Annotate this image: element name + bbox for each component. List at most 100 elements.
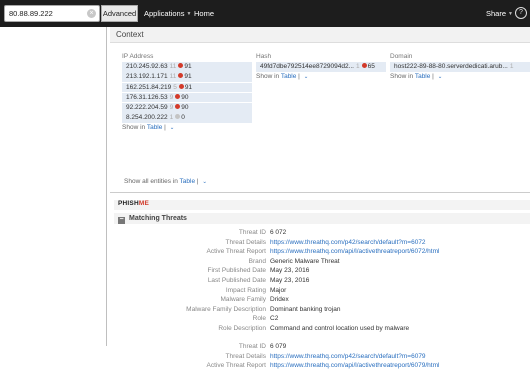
left-panel	[0, 27, 107, 346]
field-value: Command and control location used by mal…	[270, 324, 410, 332]
entity-count: 1	[169, 114, 174, 122]
chevron-down-icon[interactable]: ⌄	[438, 74, 443, 80]
risk-dot-icon	[178, 73, 184, 79]
list-item[interactable]: 176.31.126.53 9 90	[122, 92, 252, 103]
field-link[interactable]: https://www.threathq.com/api/l/activethr…	[270, 362, 439, 369]
field-label: Impact Rating	[225, 286, 266, 294]
share-menu[interactable]: Share ▼	[486, 0, 513, 27]
separator: |	[296, 72, 302, 80]
separator: |	[195, 178, 201, 185]
field-value: 6 079	[270, 343, 287, 350]
field-value: Dridex	[270, 296, 289, 304]
show-in-table: Show in Table | ⌄	[122, 124, 252, 131]
entity-count: 9	[169, 104, 174, 112]
field-link[interactable]: https://www.threathq.com/p42/search/defa…	[270, 239, 426, 246]
risk-dot-icon	[175, 104, 181, 110]
chevron-down-icon[interactable]: ⌄	[170, 125, 175, 131]
risk-dot-icon	[178, 63, 184, 68]
threat-row: Threat ID 6 072	[110, 228, 530, 238]
list-item[interactable]: 8.254.200.222 1 0	[122, 113, 252, 123]
list-item[interactable]: 210.245.92.63 11 91	[122, 62, 252, 72]
entity-count: 11	[169, 63, 177, 70]
separator: |	[430, 72, 436, 80]
chevron-down-icon: ▼	[186, 10, 192, 17]
field-link[interactable]: https://www.threathq.com/p42/search/defa…	[270, 353, 426, 360]
table-link[interactable]: Table	[180, 178, 196, 185]
field-label: Last Published Date	[207, 276, 266, 284]
matching-threats-header[interactable]: − Matching Threats	[114, 213, 530, 224]
logo-text-a: PHISH	[118, 200, 139, 207]
list-item[interactable]: 92.222.204.59 9 90	[122, 103, 252, 113]
risk-score: 90	[181, 93, 189, 101]
divider	[110, 192, 530, 193]
hash-list: 49fd7dbe792514ee8729094d2... 1 65	[256, 62, 386, 72]
table-link[interactable]: Table	[415, 73, 431, 80]
field-label: Active Threat Report	[206, 248, 267, 256]
risk-dot-icon	[178, 83, 184, 89]
entity-value: host222-89-88-80.serverdedicati.arub...	[394, 63, 508, 70]
field-value: Major	[270, 286, 287, 294]
threat-row: Malware Family Dridex	[110, 295, 530, 305]
field-value: Generic Malware Threat	[270, 257, 340, 265]
risk-score: 0	[181, 114, 185, 122]
threat-row: Active Threat Report https://www.threathq…	[110, 361, 530, 371]
column-title: IP Address	[122, 53, 154, 60]
threat-row: Last Published Date May 23, 2016	[110, 276, 530, 286]
share-label: Share	[486, 9, 507, 18]
threat-row: Role C2	[110, 314, 530, 324]
list-item[interactable]: 162.251.84.219 5 91	[122, 82, 252, 93]
ip-address-column: IP Address 210.245.92.63 11 91 213.192.1.17…	[122, 53, 252, 131]
entity-value: 92.222.204.59	[126, 104, 168, 112]
risk-score: 91	[184, 83, 193, 91]
chevron-down-icon[interactable]: ⌄	[304, 74, 309, 80]
threat-row: Malware Family Description Dominant banki…	[110, 305, 530, 315]
threat-row: Threat ID 6 079	[110, 342, 530, 352]
entity-value: 210.245.92.63	[126, 63, 168, 70]
threat-row: Threat Details https://www.threathq.com/p…	[110, 238, 530, 248]
domain-column: Domain host222-89-88-80.serverdedicati.a…	[390, 53, 530, 80]
field-value: Dominant banking trojan	[270, 305, 341, 313]
home-link[interactable]: Home	[194, 0, 214, 27]
field-label: Threat ID	[238, 343, 266, 350]
list-item[interactable]: 213.192.1.171 11 91	[122, 72, 252, 82]
show-in-label: Show in	[256, 72, 281, 80]
threat-block: Threat ID 6 072 Threat Details https://www.…	[110, 228, 530, 334]
risk-dot-icon	[175, 114, 181, 120]
separator: |	[162, 123, 168, 131]
risk-score: 91	[184, 73, 192, 81]
table-link[interactable]: Table	[281, 73, 297, 80]
field-label: Brand	[248, 257, 266, 265]
field-label: First Published Date	[207, 267, 266, 275]
threat-row: Threat Details https://www.threathq.com/p…	[110, 352, 530, 362]
help-icon[interactable]: ?	[515, 7, 527, 19]
field-label: Threat Details	[225, 352, 266, 360]
top-bar: 80.88.89.222 × Advanced Applications ▼ H…	[0, 0, 530, 27]
section-title: Matching Threats	[129, 215, 187, 222]
collapse-icon[interactable]: −	[118, 216, 125, 224]
risk-score: 90	[181, 104, 189, 112]
field-label: Malware Family Description	[186, 305, 266, 313]
list-item[interactable]: host222-89-88-80.serverdedicati.arub... 1	[390, 62, 530, 72]
field-value: May 23, 2016	[270, 276, 310, 284]
threat-block: Threat ID 6 079 Threat Details https://www.…	[110, 342, 530, 371]
chevron-down-icon[interactable]: ⌄	[202, 179, 207, 185]
table-link[interactable]: Table	[147, 124, 163, 131]
advanced-button[interactable]: Advanced	[101, 5, 138, 22]
entity-count: 9	[169, 93, 174, 101]
field-label: Active Threat Report	[206, 362, 267, 370]
list-item[interactable]: 49fd7dbe792514ee8729094d2... 1 65	[256, 62, 386, 72]
risk-score: 91	[184, 63, 192, 70]
risk-dot-icon	[361, 63, 367, 68]
chevron-down-icon: ▼	[508, 10, 513, 17]
field-link[interactable]: https://www.threathq.com/api/l/activethr…	[270, 248, 439, 255]
field-label: Role	[252, 315, 266, 323]
field-value: May 23, 2016	[270, 267, 310, 275]
threat-row: Brand Generic Malware Threat	[110, 257, 530, 267]
logo-text-b: ME	[138, 200, 150, 207]
clear-icon[interactable]: ×	[87, 9, 96, 18]
column-title: Hash	[256, 53, 272, 60]
entity-value: 49fd7dbe792514ee8729094d2...	[260, 63, 354, 70]
show-in-label: Show in	[390, 72, 415, 80]
search-input[interactable]: 80.88.89.222 ×	[4, 5, 100, 22]
applications-menu[interactable]: Applications ▼	[144, 0, 191, 27]
